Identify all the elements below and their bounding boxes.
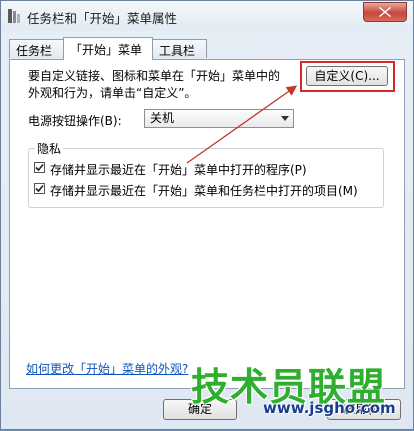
checkmark-icon	[35, 184, 44, 193]
dialog-window: 任务栏和「开始」菜单属性 任务栏 「开始」菜单 工具栏 要自定义链接、图标和菜单…	[0, 0, 414, 430]
start-menu-panel: 要自定义链接、图标和菜单在「开始」菜单中的 外观和行为，请单击“自定义”。 自定…	[9, 59, 405, 389]
privacy-legend: 隐私	[35, 140, 64, 157]
close-button[interactable]	[363, 2, 407, 22]
chevron-down-icon	[281, 116, 289, 121]
description-line-2: 外观和行为，请单击“自定义”。	[28, 86, 197, 100]
watermark-url: www.jsgho.com	[263, 399, 396, 417]
description-line-1: 要自定义链接、图标和菜单在「开始」菜单中的	[28, 69, 281, 83]
close-icon	[379, 7, 391, 17]
tab-label: 任务栏	[16, 44, 53, 58]
tab-label: 「开始」菜单	[70, 43, 143, 57]
power-button-label: 电源按钮操作(B):	[28, 114, 122, 128]
customize-description: 要自定义链接、图标和菜单在「开始」菜单中的 外观和行为，请单击“自定义”。	[28, 68, 308, 102]
tab-start-menu[interactable]: 「开始」菜单	[63, 37, 153, 60]
window-title: 任务栏和「开始」菜单属性	[27, 11, 178, 26]
checkmark-icon	[35, 163, 44, 172]
tab-label: 工具栏	[159, 44, 196, 58]
privacy-group: 隐私 存储并显示最近在「开始」菜单中打开的程序(P) 存储并显示最近在「开始」菜…	[28, 140, 384, 208]
power-button-select[interactable]: 关机	[144, 109, 294, 128]
start-menu-help-link[interactable]: 如何更改「开始」菜单的外观?	[26, 360, 188, 377]
tab-toolbars[interactable]: 工具栏	[152, 39, 207, 58]
title-bar[interactable]: 任务栏和「开始」菜单属性	[1, 1, 413, 31]
taskbar-properties-icon	[8, 9, 20, 23]
tab-taskbar[interactable]: 任务栏	[9, 39, 64, 58]
recent-programs-label: 存储并显示最近在「开始」菜单中打开的程序(P)	[50, 163, 307, 177]
recent-programs-checkbox[interactable]	[34, 162, 45, 173]
recent-items-label: 存储并显示最近在「开始」菜单和任务栏中打开的项目(M)	[50, 184, 358, 198]
customize-button[interactable]: 自定义(C)...	[306, 66, 388, 86]
recent-items-checkbox[interactable]	[34, 183, 45, 194]
power-select-value: 关机	[150, 111, 175, 125]
